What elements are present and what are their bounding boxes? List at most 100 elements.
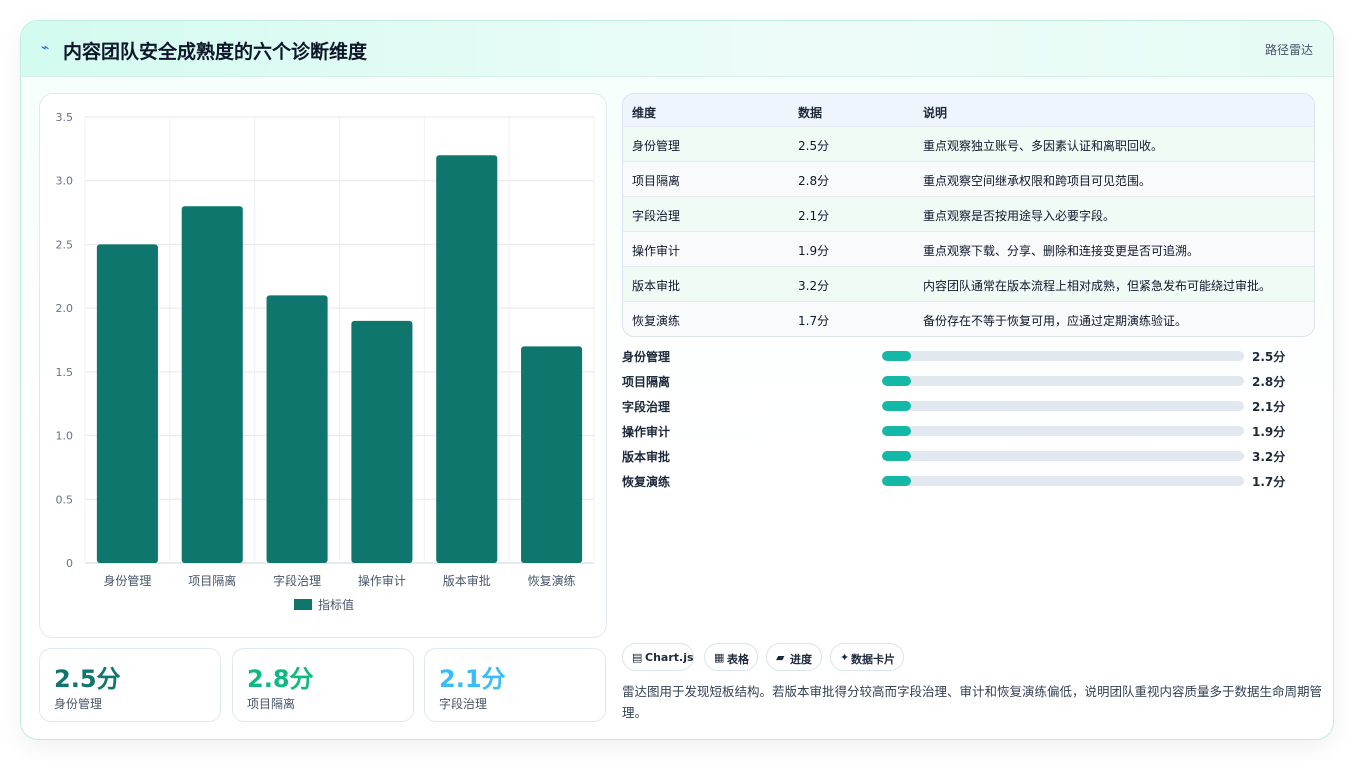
table-cell: 版本审批: [632, 279, 681, 293]
y-tick-label: 2.0: [56, 302, 74, 315]
progress-row: 版本审批 3.2分: [622, 446, 1315, 466]
table-cell: 重点观察下载、分享、删除和连接变更是否可追溯。: [923, 244, 1200, 258]
progress-label: 字段治理: [622, 400, 671, 414]
y-tick-label: 1.0: [56, 430, 74, 443]
stat-card-2: 2.1分 字段治理: [424, 648, 606, 722]
stat-card-0: 2.5分 身份管理: [39, 648, 221, 722]
bar-2: [266, 295, 328, 563]
chip-label: 数据卡片: [851, 653, 895, 666]
progress-fill: [882, 451, 911, 461]
main-card: ⌁ 内容团队安全成熟度的六个诊断维度 路径雷达 0 0.5 1.0 1.5 2.0 2.5…: [20, 20, 1334, 740]
legend-swatch: [294, 599, 312, 610]
progress-fill: [882, 401, 911, 411]
stat-value: 2.1分: [439, 665, 506, 693]
progress-label: 项目隔离: [622, 375, 671, 389]
sparkle-icon: ✦: [840, 651, 850, 664]
table-row: 恢复演练 1.7分 备份存在不等于恢复可用，应通过定期演练验证。: [623, 302, 1314, 336]
bar-chart: 0 0.5 1.0 1.5 2.0 2.5 3.0 3.5 身份管理 项目隔离 字段治理 操作审计 版本…: [56, 111, 595, 612]
stat-value: 2.8分: [247, 665, 314, 693]
progress-fill: [882, 351, 911, 361]
progress-value: 2.8分: [1252, 375, 1286, 389]
stat-card-1: 2.8分 项目隔离: [232, 648, 414, 722]
y-tick-label: 0: [66, 557, 73, 570]
bar-4: [436, 155, 498, 563]
header: ⌁ 内容团队安全成熟度的六个诊断维度 路径雷达: [21, 21, 1333, 77]
progress-track: [882, 476, 1244, 486]
stat-label: 字段治理: [439, 697, 488, 711]
table-cell: 操作审计: [632, 244, 681, 258]
chip-progress[interactable]: ▰ 进度: [766, 643, 822, 671]
table-row: 项目隔离 2.8分 重点观察空间继承权限和跨项目可见范围。: [623, 162, 1314, 197]
chip-label: Chart.js: [645, 651, 694, 664]
table-cell: 备份存在不等于恢复可用，应通过定期演练验证。: [923, 314, 1188, 328]
bar-5: [521, 346, 583, 563]
progress-label: 恢复演练: [622, 475, 671, 489]
summary-note: 雷达图用于发现短板结构。若版本审批得分较高而字段治理、审计和恢复演练偏低，说明团…: [622, 684, 1323, 720]
y-tick-label: 2.5: [56, 238, 74, 251]
progress-value: 1.9分: [1252, 425, 1286, 439]
table-cell: 重点观察是否按用途导入必要字段。: [923, 209, 1116, 223]
bar-chart-panel: 0 0.5 1.0 1.5 2.0 2.5 3.0 3.5 身份管理 项目隔离 字段治理 操作审计 版本…: [39, 93, 607, 638]
x-tick-label: 字段治理: [273, 573, 321, 588]
y-tick-label: 0.5: [56, 493, 74, 506]
x-tick-label: 项目隔离: [188, 573, 236, 588]
progress-row: 操作审计 1.9分: [622, 421, 1315, 441]
x-tick-label: 身份管理: [103, 573, 151, 588]
y-tick-label: 3.5: [56, 111, 74, 124]
y-tick-label: 1.5: [56, 366, 74, 379]
progress-label: 操作审计: [622, 425, 671, 439]
bar-3: [351, 320, 413, 563]
progress-track: [882, 376, 1244, 386]
chip-chartjs[interactable]: ▤ Chart.js: [622, 643, 694, 671]
progress-track: [882, 426, 1244, 436]
table-header-cell: 维度: [632, 106, 657, 120]
progress-label: 版本审批: [622, 450, 671, 464]
table-cell: 2.5分: [798, 139, 830, 153]
table-cell: 1.9分: [798, 244, 830, 258]
table-row: 身份管理 2.5分 重点观察独立账号、多因素认证和离职回收。: [623, 127, 1314, 162]
progress-value: 3.2分: [1252, 450, 1286, 464]
bar-1: [181, 206, 243, 563]
table-row: 操作审计 1.9分 重点观察下载、分享、删除和连接变更是否可追溯。: [623, 232, 1314, 267]
progress-fill: [882, 376, 911, 386]
progress-track: [882, 351, 1244, 361]
table-header-cell: 说明: [923, 106, 948, 120]
progress-fill: [882, 426, 911, 436]
page-title: 内容团队安全成熟度的六个诊断维度: [63, 41, 368, 63]
y-tick-label: 3.0: [56, 175, 74, 188]
x-tick-label: 恢复演练: [528, 573, 576, 588]
stat-value: 2.5分: [54, 665, 121, 693]
pulse-icon: ⌁: [41, 40, 50, 56]
progress-label: 身份管理: [622, 350, 671, 364]
table-cell: 2.1分: [798, 209, 830, 223]
chart-icon: ▤: [632, 651, 643, 664]
chip-label: 表格: [727, 653, 749, 666]
chip-data-card[interactable]: ✦ 数据卡片: [830, 643, 904, 671]
progress-fill: [882, 476, 911, 486]
progress-row: 字段治理 2.1分: [622, 396, 1315, 416]
table-cell: 项目隔离: [632, 174, 681, 188]
table-cell: 2.8分: [798, 174, 830, 188]
progress-track: [882, 451, 1244, 461]
header-tag: 路径雷达: [1264, 43, 1313, 57]
progress-value: 1.7分: [1252, 475, 1286, 489]
legend-label: 指标值: [318, 597, 354, 612]
chip-label: 进度: [790, 653, 812, 666]
table-row: 版本审批 3.2分 内容团队通常在版本流程上相对成熟，但紧急发布可能绕过审批。: [623, 267, 1314, 302]
progress-icon: ▰: [776, 651, 785, 664]
progress-value: 2.5分: [1252, 350, 1286, 364]
stat-label: 项目隔离: [247, 697, 296, 711]
table-icon: ▦: [714, 651, 725, 664]
x-tick-label: 版本审批: [443, 573, 491, 588]
x-tick-label: 操作审计: [358, 573, 406, 588]
progress-row: 恢复演练 1.7分: [622, 471, 1315, 491]
progress-row: 项目隔离 2.8分: [622, 371, 1315, 391]
chip-table[interactable]: ▦ 表格: [704, 643, 758, 671]
progress-value: 2.1分: [1252, 400, 1286, 414]
table-cell: 恢复演练: [632, 314, 681, 328]
table-cell: 字段治理: [632, 209, 681, 223]
table-cell: 重点观察独立账号、多因素认证和离职回收。: [923, 139, 1164, 153]
data-table: 维度 数据 说明 身份管理 2.5分 重点观察独立账号、多因素认证和离职回收。 …: [622, 93, 1315, 337]
table-cell: 重点观察空间继承权限和跨项目可见范围。: [923, 174, 1152, 188]
progress-row: 身份管理 2.5分: [622, 346, 1315, 366]
